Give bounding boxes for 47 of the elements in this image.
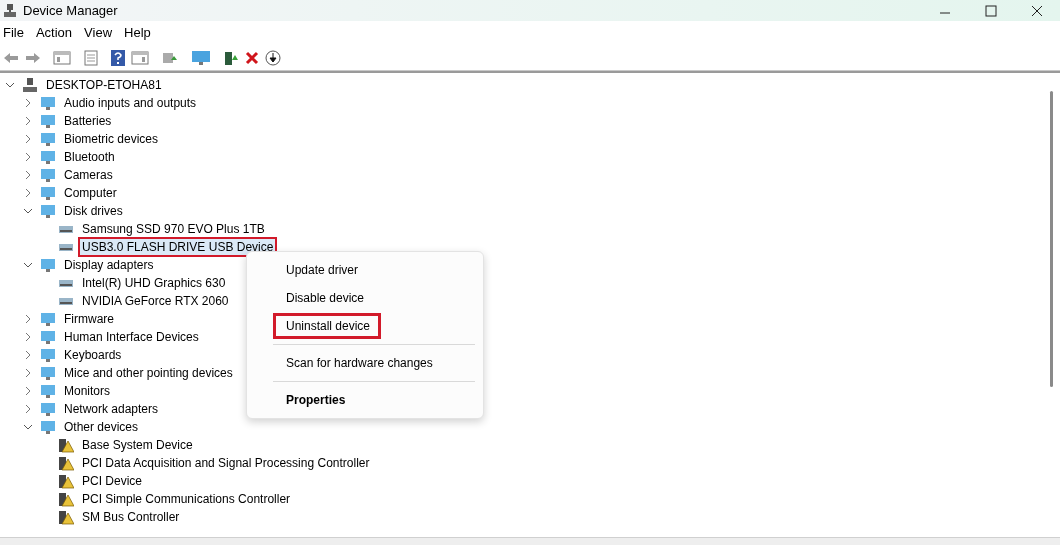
tree-item[interactable]: SM Bus Controller <box>78 507 184 527</box>
forward-icon[interactable] <box>25 50 41 65</box>
help-icon[interactable] <box>111 49 125 66</box>
computer-icon <box>22 77 38 93</box>
tree-item[interactable]: PCI Simple Communications Controller <box>78 489 295 509</box>
context-menu-item[interactable]: Update driver <box>273 257 370 283</box>
tree-item[interactable]: Display adapters <box>60 255 158 275</box>
tree-item[interactable]: Network adapters <box>60 399 163 419</box>
menu-item[interactable]: File <box>0 23 27 43</box>
app-icon <box>3 3 17 18</box>
monitor-icon[interactable] <box>191 49 211 66</box>
tree-item[interactable]: Mice and other pointing devices <box>60 363 237 383</box>
tree-item[interactable]: Disk drives <box>60 201 127 221</box>
tree-item[interactable]: Computer <box>60 183 121 203</box>
tree-item[interactable]: USB3.0 FLASH DRIVE USB Device <box>78 237 278 257</box>
uninstall-icon[interactable] <box>245 50 259 65</box>
window-title: Device Manager <box>23 1 118 20</box>
tree-item[interactable]: Cameras <box>60 165 117 185</box>
tree-item[interactable]: Batteries <box>60 111 116 131</box>
tree-item[interactable]: Firmware <box>60 309 118 329</box>
tree-item[interactable]: Other devices <box>60 417 143 437</box>
tree-item[interactable]: Biometric devices <box>60 129 163 149</box>
action-pane-icon[interactable] <box>131 49 149 66</box>
context-menu-item[interactable]: Disable device <box>273 285 376 311</box>
tree-item[interactable]: Audio inputs and outputs <box>60 93 201 113</box>
context-menu-item[interactable]: Properties <box>273 387 357 413</box>
update-driver-icon[interactable] <box>223 49 239 66</box>
menu-item[interactable]: Help <box>121 23 154 43</box>
computer-name[interactable]: DESKTOP-ETOHA81 <box>42 75 166 95</box>
tree-item[interactable]: Base System Device <box>78 435 197 455</box>
context-menu-item[interactable]: Uninstall device <box>273 313 382 339</box>
console-tree-icon[interactable] <box>53 49 71 66</box>
tree-item[interactable]: Monitors <box>60 381 114 401</box>
menu-item[interactable]: View <box>81 23 116 43</box>
tree-item[interactable]: Bluetooth <box>60 147 119 167</box>
scrollbar[interactable] <box>1050 91 1053 387</box>
tree-item[interactable]: Human Interface Devices <box>60 327 203 347</box>
context-menu-item[interactable]: Scan for hardware changes <box>273 350 444 376</box>
tree-item[interactable]: Keyboards <box>60 345 126 365</box>
tree-item[interactable]: PCI Data Acquisition and Signal Processing Controller <box>78 453 374 473</box>
tree-item[interactable]: NVIDIA GeForce RTX 2060 <box>78 291 233 311</box>
tree-item[interactable]: Samsung SSD 970 EVO Plus 1TB <box>78 219 269 239</box>
menu-item[interactable]: Action <box>32 23 76 43</box>
tree-item[interactable]: Intel(R) UHD Graphics 630 <box>78 273 230 293</box>
tree-item[interactable]: PCI Device <box>78 471 147 491</box>
download-icon[interactable] <box>265 49 281 66</box>
back-icon[interactable] <box>3 50 19 65</box>
